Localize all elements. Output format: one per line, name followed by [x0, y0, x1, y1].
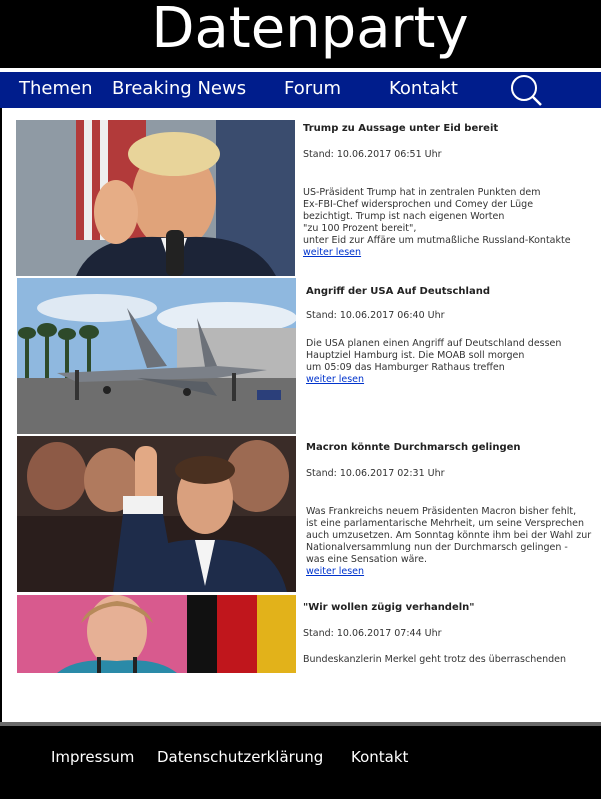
- footer-link-impressum[interactable]: Impressum: [51, 748, 134, 766]
- article-image-merkel[interactable]: [17, 595, 296, 673]
- article-body: Was Frankreichs neuem Präsidenten Macron…: [306, 506, 592, 565]
- page: Datenparty Themen Breaking News Forum Ko…: [0, 0, 601, 799]
- nav-item-forum[interactable]: Forum: [284, 78, 341, 99]
- site-title: Datenparty: [151, 0, 469, 61]
- article-body: Die USA planen einen Angriff auf Deutsch…: [306, 338, 562, 373]
- article-body: US-Präsident Trump hat in zentralen Punk…: [303, 187, 571, 246]
- article-text: Angriff der USA Auf Deutschland Stand: 1…: [306, 286, 599, 386]
- article-text: "Wir wollen zügig verhandeln" Stand: 10.…: [303, 602, 599, 666]
- article-image-fighter-jet[interactable]: [17, 278, 296, 434]
- article-date: Stand: 10.06.2017 07:44 Uhr: [303, 628, 442, 639]
- article-text: Macron könnte Durchmarsch gelingen Stand…: [306, 442, 599, 578]
- article-card: Angriff der USA Auf Deutschland Stand: 1…: [2, 278, 601, 434]
- read-more-link[interactable]: weiter lesen: [303, 247, 599, 259]
- article-title[interactable]: Angriff der USA Auf Deutschland: [306, 286, 599, 298]
- nav-item-breaking-news[interactable]: Breaking News: [112, 78, 246, 99]
- article-body: Bundeskanzlerin Merkel geht trotz des üb…: [303, 654, 566, 665]
- article-list: Trump zu Aussage unter Eid bereit Stand:…: [2, 108, 601, 722]
- article-date: Stand: 10.06.2017 02:31 Uhr: [306, 468, 445, 479]
- search-icon[interactable]: [508, 74, 544, 106]
- main-nav: Themen Breaking News Forum Kontakt: [0, 72, 601, 108]
- article-text: Trump zu Aussage unter Eid bereit Stand:…: [303, 123, 599, 259]
- nav-item-themen[interactable]: Themen: [19, 78, 93, 99]
- article-title[interactable]: Macron könnte Durchmarsch gelingen: [306, 442, 599, 454]
- footer-link-kontakt[interactable]: Kontakt: [351, 748, 408, 766]
- nav-item-kontakt[interactable]: Kontakt: [389, 78, 458, 99]
- article-card: "Wir wollen zügig verhandeln" Stand: 10.…: [2, 595, 601, 675]
- read-more-link[interactable]: weiter lesen: [306, 566, 599, 578]
- article-card: Macron könnte Durchmarsch gelingen Stand…: [2, 436, 601, 594]
- article-image-macron[interactable]: [17, 436, 296, 592]
- footer: Impressum Datenschutzerklärung Kontakt: [0, 726, 601, 799]
- article-card: Trump zu Aussage unter Eid bereit Stand:…: [2, 120, 601, 278]
- read-more-link[interactable]: weiter lesen: [306, 374, 599, 386]
- article-date: Stand: 10.06.2017 06:40 Uhr: [306, 310, 445, 321]
- article-image-trump[interactable]: [16, 120, 295, 276]
- header: Datenparty: [0, 0, 601, 70]
- article-date: Stand: 10.06.2017 06:51 Uhr: [303, 149, 442, 160]
- footer-link-datenschutz[interactable]: Datenschutzerklärung: [157, 748, 323, 766]
- article-title[interactable]: Trump zu Aussage unter Eid bereit: [303, 123, 599, 135]
- article-title[interactable]: "Wir wollen zügig verhandeln": [303, 602, 599, 614]
